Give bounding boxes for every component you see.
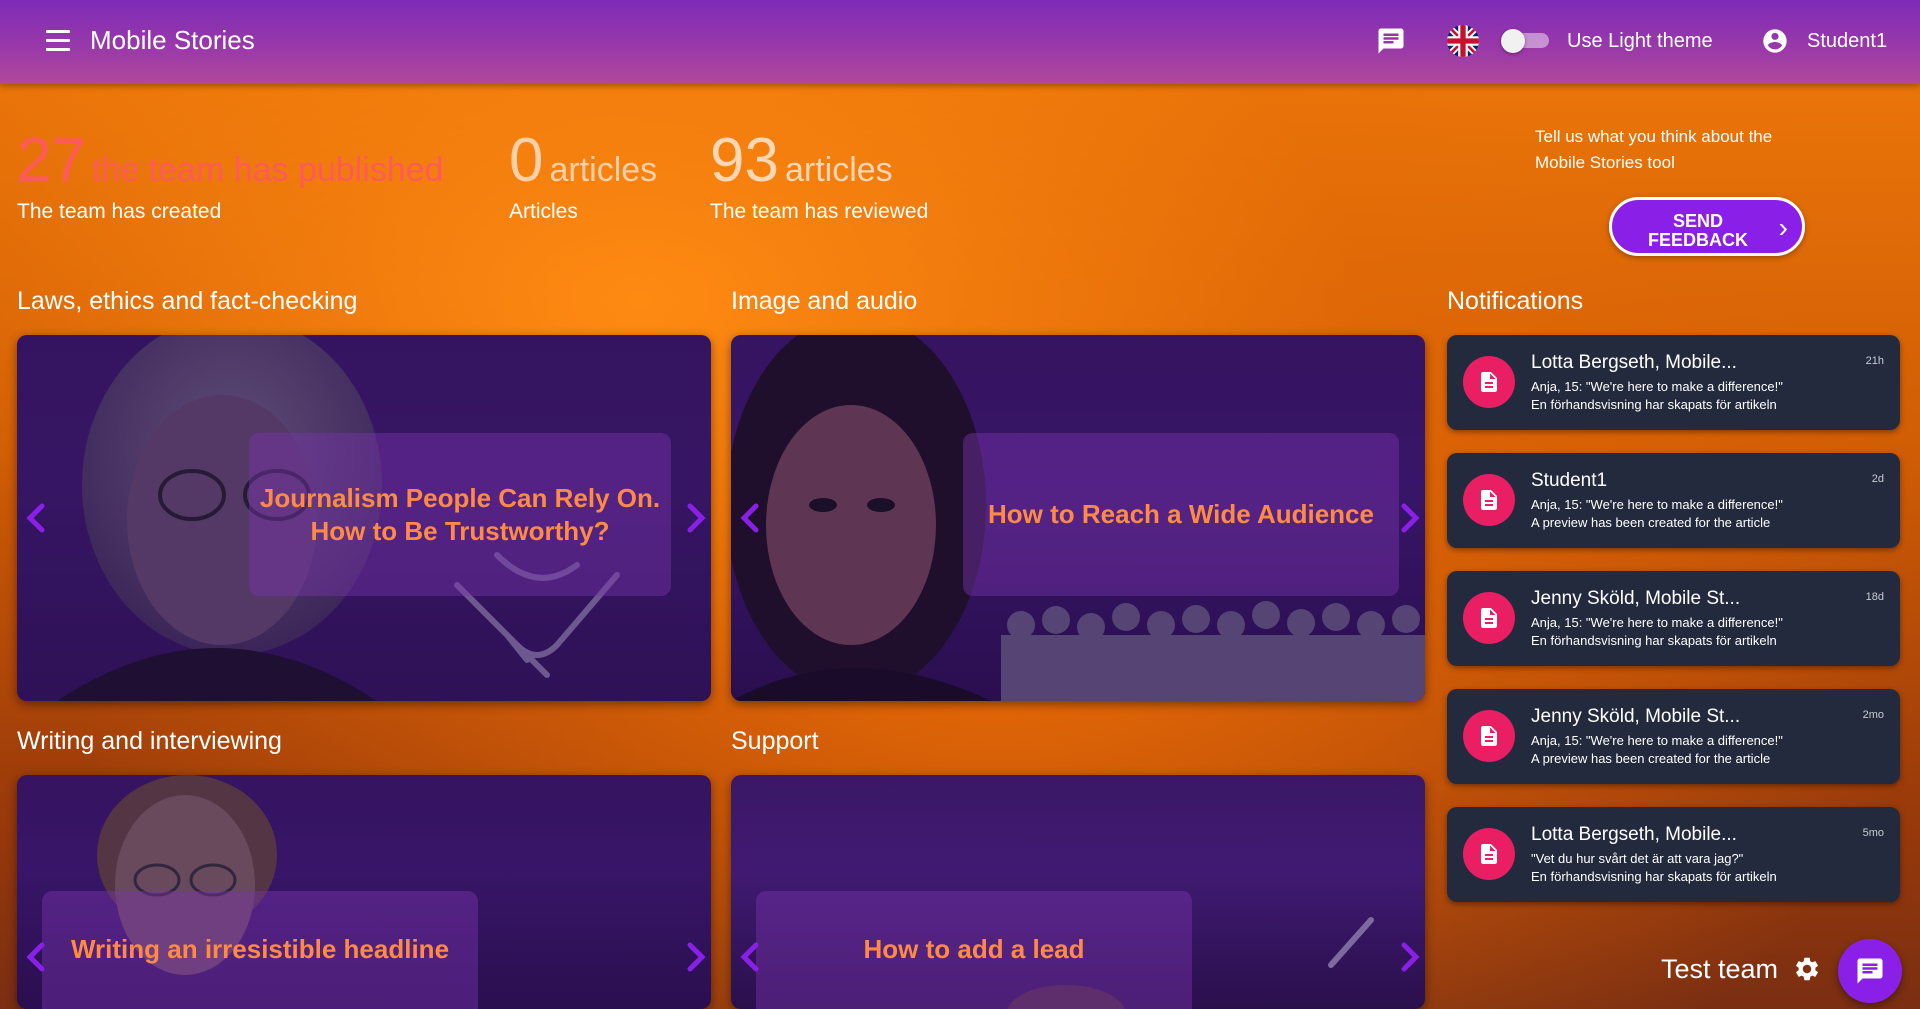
theme-toggle-label: Use Light theme — [1567, 30, 1713, 52]
stat-number: 27 — [17, 126, 86, 195]
course-card-image-audio[interactable]: How to Reach a Wide Audience — [731, 335, 1425, 701]
notification-line2: En förhandsvisning har skapats för artik… — [1531, 633, 1777, 648]
notification-title: Lotta Bergseth, Mobile... — [1531, 824, 1737, 845]
gear-icon[interactable] — [1793, 955, 1821, 983]
carousel-prev-arrow[interactable] — [737, 941, 763, 973]
stat-caption: Articles — [509, 200, 578, 223]
notification-line1: Anja, 15: "We're here to make a differen… — [1531, 733, 1783, 748]
stat-word: the team has published — [91, 151, 444, 189]
account-circle-icon[interactable] — [1761, 27, 1789, 55]
notification-item[interactable]: Lotta Bergseth, Mobile... "Vet du hur sv… — [1447, 807, 1900, 902]
hamburger-menu-icon[interactable] — [46, 30, 72, 52]
toggle-knob — [1501, 29, 1525, 53]
app-title: Mobile Stories — [90, 25, 255, 55]
course-card-writing[interactable]: Writing an irresistible headline — [17, 775, 711, 1009]
notification-item[interactable]: Lotta Bergseth, Mobile... Anja, 15: "We'… — [1447, 335, 1900, 430]
notifications-title: Notifications — [1447, 287, 1584, 315]
notification-line1: Anja, 15: "We're here to make a differen… — [1531, 615, 1783, 630]
carousel-prev-arrow[interactable] — [23, 502, 49, 534]
section-title-support: Support — [731, 727, 819, 755]
carousel-next-arrow[interactable] — [1397, 502, 1423, 534]
card-title[interactable]: How to Reach a Wide Audience — [988, 498, 1374, 531]
card-title-box: Writing an irresistible headline — [42, 891, 478, 1009]
stat-caption: The team has created — [17, 200, 222, 223]
carousel-prev-arrow[interactable] — [737, 502, 763, 534]
stat-word: articles — [784, 151, 893, 189]
notification-line1: "Vet du hur svårt det är att vara jag?" — [1531, 851, 1744, 866]
notification-time: 5mo — [1862, 827, 1884, 839]
course-card-laws[interactable]: Journalism People Can Rely On. How to Be… — [17, 335, 711, 701]
send-feedback-label-line2: FEEDBACK — [1647, 229, 1748, 250]
stat-word: articles — [549, 151, 658, 189]
carousel-next-arrow[interactable] — [683, 502, 709, 534]
stat-caption: The team has reviewed — [710, 200, 929, 223]
notification-title: Jenny Sköld, Mobile St... — [1531, 588, 1741, 609]
uk-flag-icon[interactable] — [1447, 25, 1479, 57]
notification-item[interactable]: Jenny Sköld, Mobile St... Anja, 15: "We'… — [1447, 689, 1900, 784]
notification-time: 2d — [1871, 473, 1884, 485]
section-title-image-audio: Image and audio — [731, 287, 918, 315]
notification-line2: En förhandsvisning har skapats för artik… — [1531, 397, 1777, 412]
card-title-box: Journalism People Can Rely On. How to Be… — [249, 433, 671, 596]
document-icon — [1463, 356, 1515, 408]
feedback-prompt: Tell us what you think about the Mobile … — [1535, 127, 1773, 172]
team-name: Test team — [1661, 954, 1779, 984]
card-title[interactable]: How to add a lead — [863, 933, 1084, 966]
notification-line1: Anja, 15: "We're here to make a differen… — [1531, 497, 1783, 512]
card-title[interactable]: Journalism People Can Rely On. How to Be… — [249, 482, 671, 548]
notification-time: 18d — [1865, 591, 1884, 603]
stat-published: 27 the team has published The team has cr… — [17, 128, 444, 224]
section-title-writing: Writing and interviewing — [17, 727, 282, 755]
document-icon — [1463, 828, 1515, 880]
send-feedback-label-line1: SEND — [1672, 210, 1723, 231]
document-icon — [1463, 474, 1515, 526]
notification-time: 21h — [1865, 355, 1884, 367]
stat-reviewed: 93 articles The team has reviewed — [710, 128, 928, 224]
document-icon — [1463, 710, 1515, 762]
stat-articles: 0 articles Articles — [509, 128, 657, 224]
card-title-box: How to add a lead — [756, 891, 1192, 1009]
send-feedback-button[interactable]: SEND FEEDBACK › — [1609, 197, 1805, 256]
notification-title: Student1 — [1531, 470, 1608, 491]
notification-line1: Anja, 15: "We're here to make a differen… — [1531, 379, 1783, 394]
chevron-right-icon: › — [1778, 212, 1788, 243]
carousel-next-arrow[interactable] — [683, 941, 709, 973]
course-card-support[interactable]: How to add a lead — [731, 775, 1425, 1009]
stat-number: 0 — [509, 126, 544, 195]
notification-item[interactable]: Jenny Sköld, Mobile St... Anja, 15: "We'… — [1447, 571, 1900, 666]
section-title-laws: Laws, ethics and fact-checking — [17, 287, 358, 315]
notification-item[interactable]: Student1 Anja, 15: "We're here to make a… — [1447, 453, 1900, 548]
top-app-bar: Mobile Stories Use Light theme Student1 — [0, 0, 1920, 84]
card-title-box: How to Reach a Wide Audience — [963, 433, 1399, 596]
stat-number: 93 — [710, 126, 779, 195]
carousel-prev-arrow[interactable] — [23, 941, 49, 973]
user-name[interactable]: Student1 — [1807, 30, 1887, 53]
notification-line2: A preview has been created for the artic… — [1531, 751, 1771, 766]
chat-icon[interactable] — [1376, 26, 1406, 56]
card-title[interactable]: Writing an irresistible headline — [71, 933, 449, 966]
notification-time: 2mo — [1862, 709, 1884, 721]
notification-line2: En förhandsvisning har skapats för artik… — [1531, 869, 1777, 884]
chat-fab-button[interactable] — [1838, 939, 1902, 1003]
document-icon — [1463, 592, 1515, 644]
carousel-next-arrow[interactable] — [1397, 941, 1423, 973]
chat-icon — [1857, 958, 1883, 984]
light-theme-toggle[interactable] — [1501, 29, 1551, 53]
notification-title: Jenny Sköld, Mobile St... — [1531, 706, 1741, 727]
notification-line2: A preview has been created for the artic… — [1531, 515, 1771, 530]
notification-title: Lotta Bergseth, Mobile... — [1531, 352, 1737, 373]
